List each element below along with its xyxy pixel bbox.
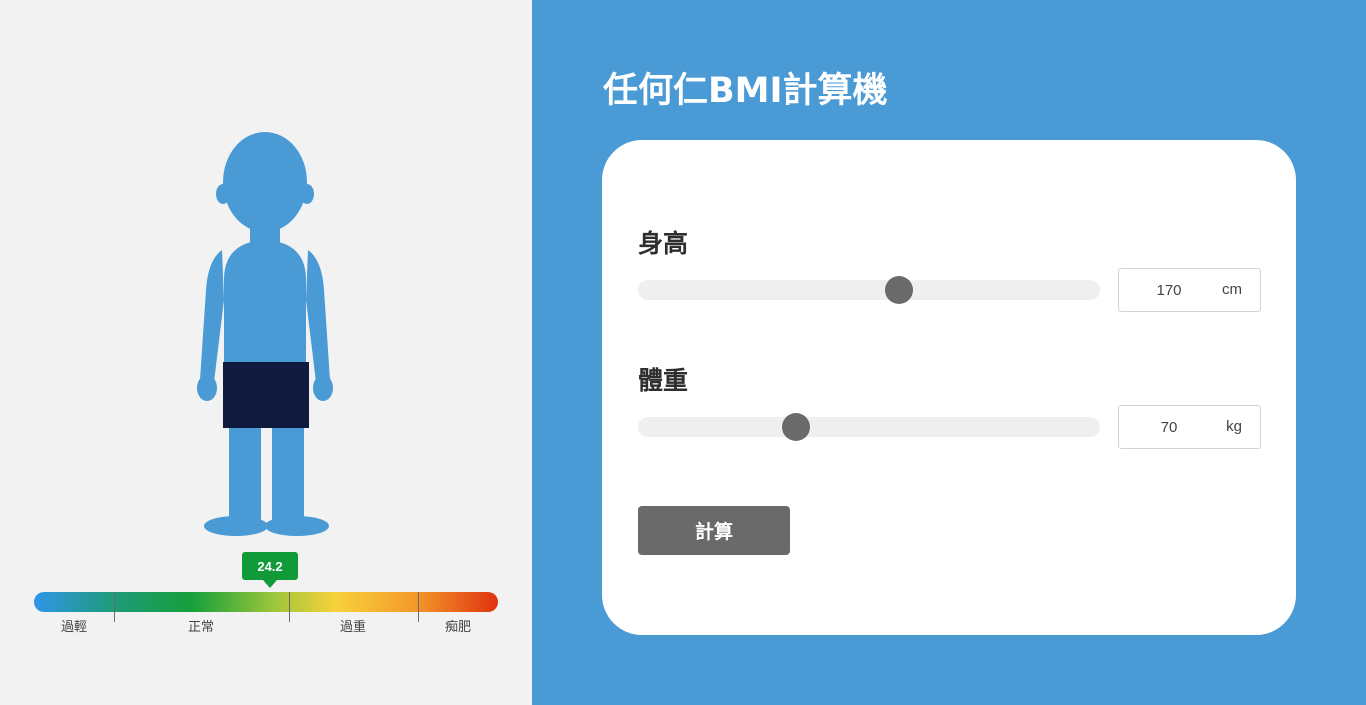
page-title: 任何仁BMI計算機 bbox=[603, 71, 888, 111]
height-slider[interactable] bbox=[638, 276, 1100, 304]
calculator-card: 身高 cm 體重 kg 計算 bbox=[602, 140, 1296, 635]
weight-label: 體重 bbox=[638, 366, 689, 395]
bmi-scale-bar bbox=[34, 592, 498, 612]
height-field[interactable]: cm bbox=[1118, 268, 1261, 312]
weight-field[interactable]: kg bbox=[1118, 405, 1261, 449]
height-input[interactable] bbox=[1119, 269, 1219, 311]
person-figure-icon bbox=[197, 132, 333, 536]
height-slider-thumb[interactable] bbox=[885, 276, 914, 304]
weight-slider[interactable] bbox=[638, 413, 1100, 441]
weight-input[interactable] bbox=[1119, 406, 1219, 448]
bmi-scale: 過輕 正常 過重 痴肥 bbox=[34, 590, 498, 650]
scale-divider bbox=[418, 592, 419, 622]
weight-slider-thumb[interactable] bbox=[782, 413, 811, 441]
height-unit: cm bbox=[1222, 281, 1242, 298]
scale-divider bbox=[114, 592, 115, 622]
calculator-panel: 任何仁BMI計算機 身高 cm 體重 kg 計算 bbox=[532, 0, 1366, 705]
scale-label-normal: 正常 bbox=[187, 620, 215, 635]
scale-label-underweight: 過輕 bbox=[60, 620, 88, 635]
figure-panel: 24.2 過輕 正常 過重 痴肥 bbox=[0, 0, 532, 705]
weight-unit: kg bbox=[1226, 418, 1242, 435]
scale-label-obese: 痴肥 bbox=[444, 620, 472, 635]
scale-label-overweight: 過重 bbox=[339, 620, 367, 635]
height-label: 身高 bbox=[638, 229, 689, 258]
calculate-button[interactable]: 計算 bbox=[638, 506, 790, 555]
bmi-result-badge: 24.2 bbox=[242, 552, 298, 580]
scale-divider bbox=[289, 592, 290, 622]
